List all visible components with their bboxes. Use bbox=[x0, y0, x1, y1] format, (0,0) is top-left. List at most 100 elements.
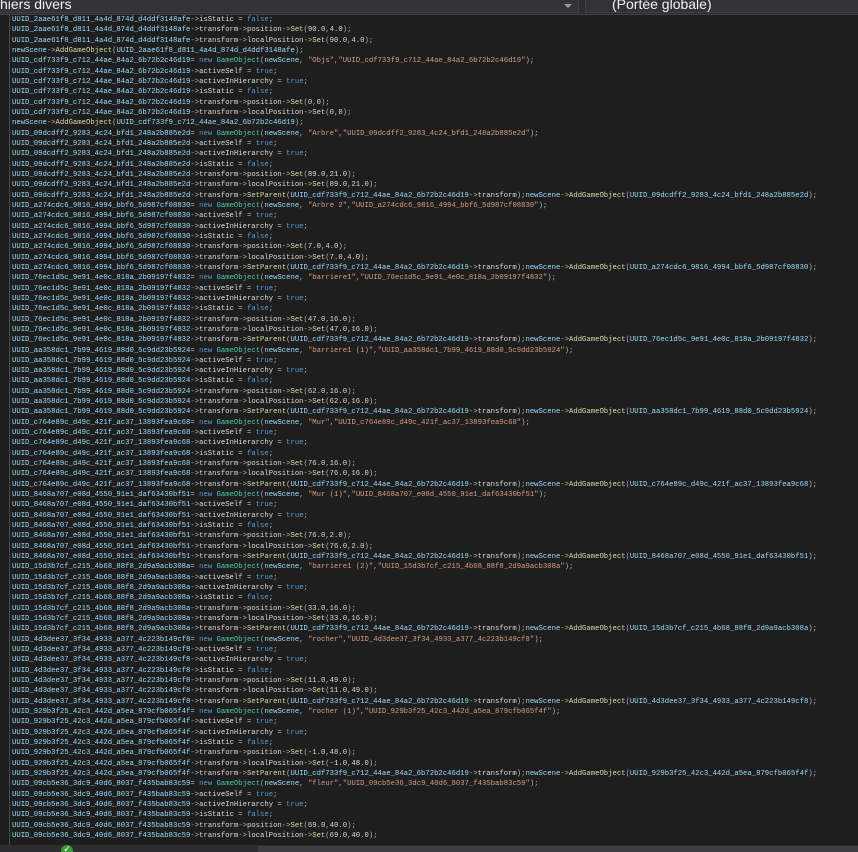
code-line[interactable]: UUID_09dcdff2_9283_4c24_bfd1_248a2b885e2… bbox=[12, 129, 817, 139]
code-line[interactable]: UUID_929b3f25_42c3_442d_a5ea_879cfb065f4… bbox=[12, 707, 817, 717]
operator-token: ; bbox=[268, 522, 274, 531]
code-line[interactable]: UUID_09dcdff2_9283_4c24_bfd1_248a2b885e2… bbox=[12, 191, 817, 201]
project-dropdown[interactable]: hiers divers bbox=[0, 0, 579, 13]
code-line[interactable]: UUID_8468a707_e08d_4550_91e1_daf63430bf5… bbox=[12, 521, 817, 531]
code-line[interactable]: UUID_a274cdc6_9816_4994_bbf6_5d987cf0883… bbox=[12, 253, 817, 263]
code-line[interactable]: UUID_cdf733f9_c712_44ae_84a2_6b72b2c46d1… bbox=[12, 56, 817, 66]
code-line[interactable]: UUID_15d3b7cf_c215_4b68_88f8_2d9a9acb308… bbox=[12, 614, 817, 624]
code-line[interactable]: UUID_a274cdc6_9816_4994_bbf6_5d987cf0883… bbox=[12, 242, 817, 252]
code-line[interactable]: UUID_8468a707_e08d_4550_91e1_daf63430bf5… bbox=[12, 542, 817, 552]
code-line[interactable]: UUID_aa358dc1_7b99_4619_88d0_5c9dd23b592… bbox=[12, 407, 817, 417]
code-line[interactable]: UUID_4d3dee37_3f34_4933_a377_4c223b149cf… bbox=[12, 676, 817, 686]
code-line[interactable]: UUID_76ec1d5c_9e91_4e0c_818a_2b09197f483… bbox=[12, 284, 817, 294]
operator-token: ; bbox=[303, 511, 308, 520]
operator-token: ; bbox=[347, 108, 352, 117]
code-line[interactable]: UUID_09dcdff2_9283_4c24_bfd1_248a2b885e2… bbox=[12, 149, 817, 159]
code-line[interactable]: UUID_15d3b7cf_c215_4b68_88f8_2d9a9acb308… bbox=[12, 624, 817, 634]
horizontal-scrollbar[interactable] bbox=[258, 846, 858, 852]
operator-token: ; bbox=[303, 150, 308, 159]
chevron-down-icon[interactable] bbox=[564, 4, 572, 8]
code-line[interactable]: UUID_aa358dc1_7b99_4619_88d0_5c9dd23b592… bbox=[12, 356, 817, 366]
code-line[interactable]: UUID_2aae61f8_d811_4a4d_874d_d4ddf3148af… bbox=[12, 36, 817, 46]
code-line[interactable]: UUID_09dcdff2_9283_4c24_bfd1_248a2b885e2… bbox=[12, 139, 817, 149]
member-token: transform bbox=[199, 315, 239, 324]
function-token: SetParent bbox=[246, 336, 287, 345]
code-line[interactable]: UUID_15d3b7cf_c215_4b68_88f8_2d9a9acb308… bbox=[12, 583, 817, 593]
string-token: "Mur" bbox=[307, 418, 330, 427]
code-line[interactable]: UUID_09dcdff2_9283_4c24_bfd1_248a2b885e2… bbox=[12, 180, 817, 190]
code-line[interactable]: UUID_8468a707_e08d_4550_91e1_daf63430bf5… bbox=[12, 511, 817, 521]
code-line[interactable]: UUID_929b3f25_42c3_442d_a5ea_879cfb065f4… bbox=[12, 759, 817, 769]
code-editor[interactable]: UUID_2aae61f8_d811_4a4d_874d_d4ddf3148af… bbox=[12, 15, 817, 841]
code-line[interactable]: UUID_76ec1d5c_9e91_4e0c_818a_2b09197f483… bbox=[12, 335, 817, 345]
code-line[interactable]: UUID_cdf733f9_c712_44ae_84a2_6b72b2c46d1… bbox=[12, 77, 817, 87]
code-line[interactable]: UUID_76ec1d5c_9e91_4e0c_818a_2b09197f483… bbox=[12, 325, 817, 335]
code-line[interactable]: UUID_a274cdc6_9816_4994_bbf6_5d987cf0883… bbox=[12, 222, 817, 232]
scope-dropdown[interactable]: (Portée globale) bbox=[585, 0, 858, 13]
code-line[interactable]: UUID_cdf733f9_c712_44ae_84a2_6b72b2c46d1… bbox=[12, 98, 817, 108]
code-line[interactable]: UUID_929b3f25_42c3_442d_a5ea_879cfb065f4… bbox=[12, 728, 817, 738]
code-line[interactable]: UUID_929b3f25_42c3_442d_a5ea_879cfb065f4… bbox=[12, 738, 817, 748]
identifier-token: UUID_c764e89c_d49c_421f_ac37_13893fea9c6… bbox=[12, 460, 191, 469]
code-line[interactable]: UUID_a274cdc6_9816_4994_bbf6_5d987cf0883… bbox=[12, 201, 817, 211]
code-line[interactable]: UUID_a274cdc6_9816_4994_bbf6_5d987cf0883… bbox=[12, 232, 817, 242]
code-line[interactable]: UUID_15d3b7cf_c215_4b68_88f8_2d9a9acb308… bbox=[12, 593, 817, 603]
code-line[interactable]: UUID_8468a707_e08d_4550_91e1_daf63430bf5… bbox=[12, 500, 817, 510]
code-line[interactable]: UUID_929b3f25_42c3_442d_a5ea_879cfb065f4… bbox=[12, 748, 817, 758]
code-line[interactable]: UUID_aa358dc1_7b99_4619_88d0_5c9dd23b592… bbox=[12, 366, 817, 376]
code-line[interactable]: UUID_c764e89c_d49c_421f_ac37_13893fea9c6… bbox=[12, 428, 817, 438]
code-line[interactable]: UUID_09cb5e36_3dc9_40d6_8037_f435bab83c5… bbox=[12, 821, 817, 831]
code-line[interactable]: UUID_09cb5e36_3dc9_40d6_8037_f435bab83c5… bbox=[12, 790, 817, 800]
code-line[interactable]: UUID_4d3dee37_3f34_4933_a377_4c223b149cf… bbox=[12, 666, 817, 676]
code-line[interactable]: UUID_c764e89c_d49c_421f_ac37_13893fea9c6… bbox=[12, 438, 817, 448]
code-line[interactable]: UUID_2aae61f8_d811_4a4d_874d_d4ddf3148af… bbox=[12, 15, 817, 25]
code-line[interactable]: UUID_cdf733f9_c712_44ae_84a2_6b72b2c46d1… bbox=[12, 67, 817, 77]
code-line[interactable]: UUID_aa358dc1_7b99_4619_88d0_5c9dd23b592… bbox=[12, 346, 817, 356]
code-line[interactable]: UUID_aa358dc1_7b99_4619_88d0_5c9dd23b592… bbox=[12, 387, 817, 397]
code-line[interactable]: UUID_4d3dee37_3f34_4933_a377_4c223b149cf… bbox=[12, 686, 817, 696]
code-line[interactable]: UUID_76ec1d5c_9e91_4e0c_818a_2b09197f483… bbox=[12, 304, 817, 314]
code-line[interactable]: UUID_09dcdff2_9283_4c24_bfd1_248a2b885e2… bbox=[12, 160, 817, 170]
code-line[interactable]: UUID_15d3b7cf_c215_4b68_88f8_2d9a9acb308… bbox=[12, 573, 817, 583]
code-line[interactable]: UUID_8468a707_e08d_4550_91e1_daf63430bf5… bbox=[12, 552, 817, 562]
code-line[interactable]: UUID_15d3b7cf_c215_4b68_88f8_2d9a9acb308… bbox=[12, 604, 817, 614]
code-line[interactable]: UUID_09cb5e36_3dc9_40d6_8037_f435bab83c5… bbox=[12, 800, 817, 810]
code-line[interactable]: UUID_c764e89c_d49c_421f_ac37_13893fea9c6… bbox=[12, 459, 817, 469]
member-token: 69.0 bbox=[307, 821, 326, 830]
code-line[interactable]: UUID_c764e89c_d49c_421f_ac37_13893fea9c6… bbox=[12, 449, 817, 459]
code-line[interactable]: UUID_aa358dc1_7b99_4619_88d0_5c9dd23b592… bbox=[12, 397, 817, 407]
operator-token: ; bbox=[534, 129, 539, 138]
identifier-token: UUID_76ec1d5c_9e91_4e0c_818a_2b09197f483… bbox=[12, 274, 191, 283]
code-line[interactable]: UUID_cdf733f9_c712_44ae_84a2_6b72b2c46d1… bbox=[12, 108, 817, 118]
identifier-token: UUID_8468a707_e08d_4550_91e1_daf63430bf5… bbox=[12, 522, 191, 531]
code-line[interactable]: UUID_aa358dc1_7b99_4619_88d0_5c9dd23b592… bbox=[12, 376, 817, 386]
code-line[interactable]: UUID_cdf733f9_c712_44ae_84a2_6b72b2c46d1… bbox=[12, 87, 817, 97]
code-line[interactable]: UUID_09dcdff2_9283_4c24_bfd1_248a2b885e2… bbox=[12, 170, 817, 180]
code-line[interactable]: UUID_c764e89c_d49c_421f_ac37_13893fea9c6… bbox=[12, 469, 817, 479]
code-line[interactable]: UUID_09cb5e36_3dc9_40d6_8037_f435bab83c5… bbox=[12, 831, 817, 841]
code-line[interactable]: UUID_4d3dee37_3f34_4933_a377_4c223b149cf… bbox=[12, 635, 817, 645]
code-line[interactable]: newScene->AddGameObject(UUID_2aae61f8_d8… bbox=[12, 46, 817, 56]
code-line[interactable]: UUID_76ec1d5c_9e91_4e0c_818a_2b09197f483… bbox=[12, 273, 817, 283]
code-line[interactable]: UUID_09cb5e36_3dc9_40d6_8037_f435bab83c5… bbox=[12, 779, 817, 789]
operator-token: ; bbox=[303, 656, 308, 665]
code-line[interactable]: UUID_4d3dee37_3f34_4933_a377_4c223b149cf… bbox=[12, 697, 817, 707]
code-line[interactable]: UUID_4d3dee37_3f34_4933_a377_4c223b149cf… bbox=[12, 655, 817, 665]
code-line[interactable]: UUID_76ec1d5c_9e91_4e0c_818a_2b09197f483… bbox=[12, 294, 817, 304]
code-line[interactable]: UUID_09cb5e36_3dc9_40d6_8037_f435bab83c5… bbox=[12, 810, 817, 820]
member-token: transform bbox=[199, 615, 239, 624]
code-line[interactable]: UUID_c764e89c_d49c_421f_ac37_13893fea9c6… bbox=[12, 418, 817, 428]
code-line[interactable]: UUID_a274cdc6_9816_4994_bbf6_5d987cf0883… bbox=[12, 211, 817, 221]
code-line[interactable]: UUID_4d3dee37_3f34_4933_a377_4c223b149cf… bbox=[12, 645, 817, 655]
code-line[interactable]: UUID_a274cdc6_9816_4994_bbf6_5d987cf0883… bbox=[12, 263, 817, 273]
code-line[interactable]: UUID_929b3f25_42c3_442d_a5ea_879cfb065f4… bbox=[12, 717, 817, 727]
code-line[interactable]: UUID_15d3b7cf_c215_4b68_88f8_2d9a9acb308… bbox=[12, 562, 817, 572]
code-line[interactable]: UUID_8468a707_e08d_4550_91e1_daf63430bf5… bbox=[12, 490, 817, 500]
code-line[interactable]: UUID_929b3f25_42c3_442d_a5ea_879cfb065f4… bbox=[12, 769, 817, 779]
code-line[interactable]: UUID_2aae61f8_d811_4a4d_874d_d4ddf3148af… bbox=[12, 25, 817, 35]
operator-token: -> bbox=[190, 367, 200, 376]
code-line[interactable]: UUID_8468a707_e08d_4550_91e1_daf63430bf5… bbox=[12, 531, 817, 541]
code-line[interactable]: newScene->AddGameObject(UUID_cdf733f9_c7… bbox=[12, 118, 817, 128]
code-line[interactable]: UUID_76ec1d5c_9e91_4e0c_818a_2b09197f483… bbox=[12, 315, 817, 325]
code-line[interactable]: UUID_c764e89c_d49c_421f_ac37_13893fea9c6… bbox=[12, 480, 817, 490]
